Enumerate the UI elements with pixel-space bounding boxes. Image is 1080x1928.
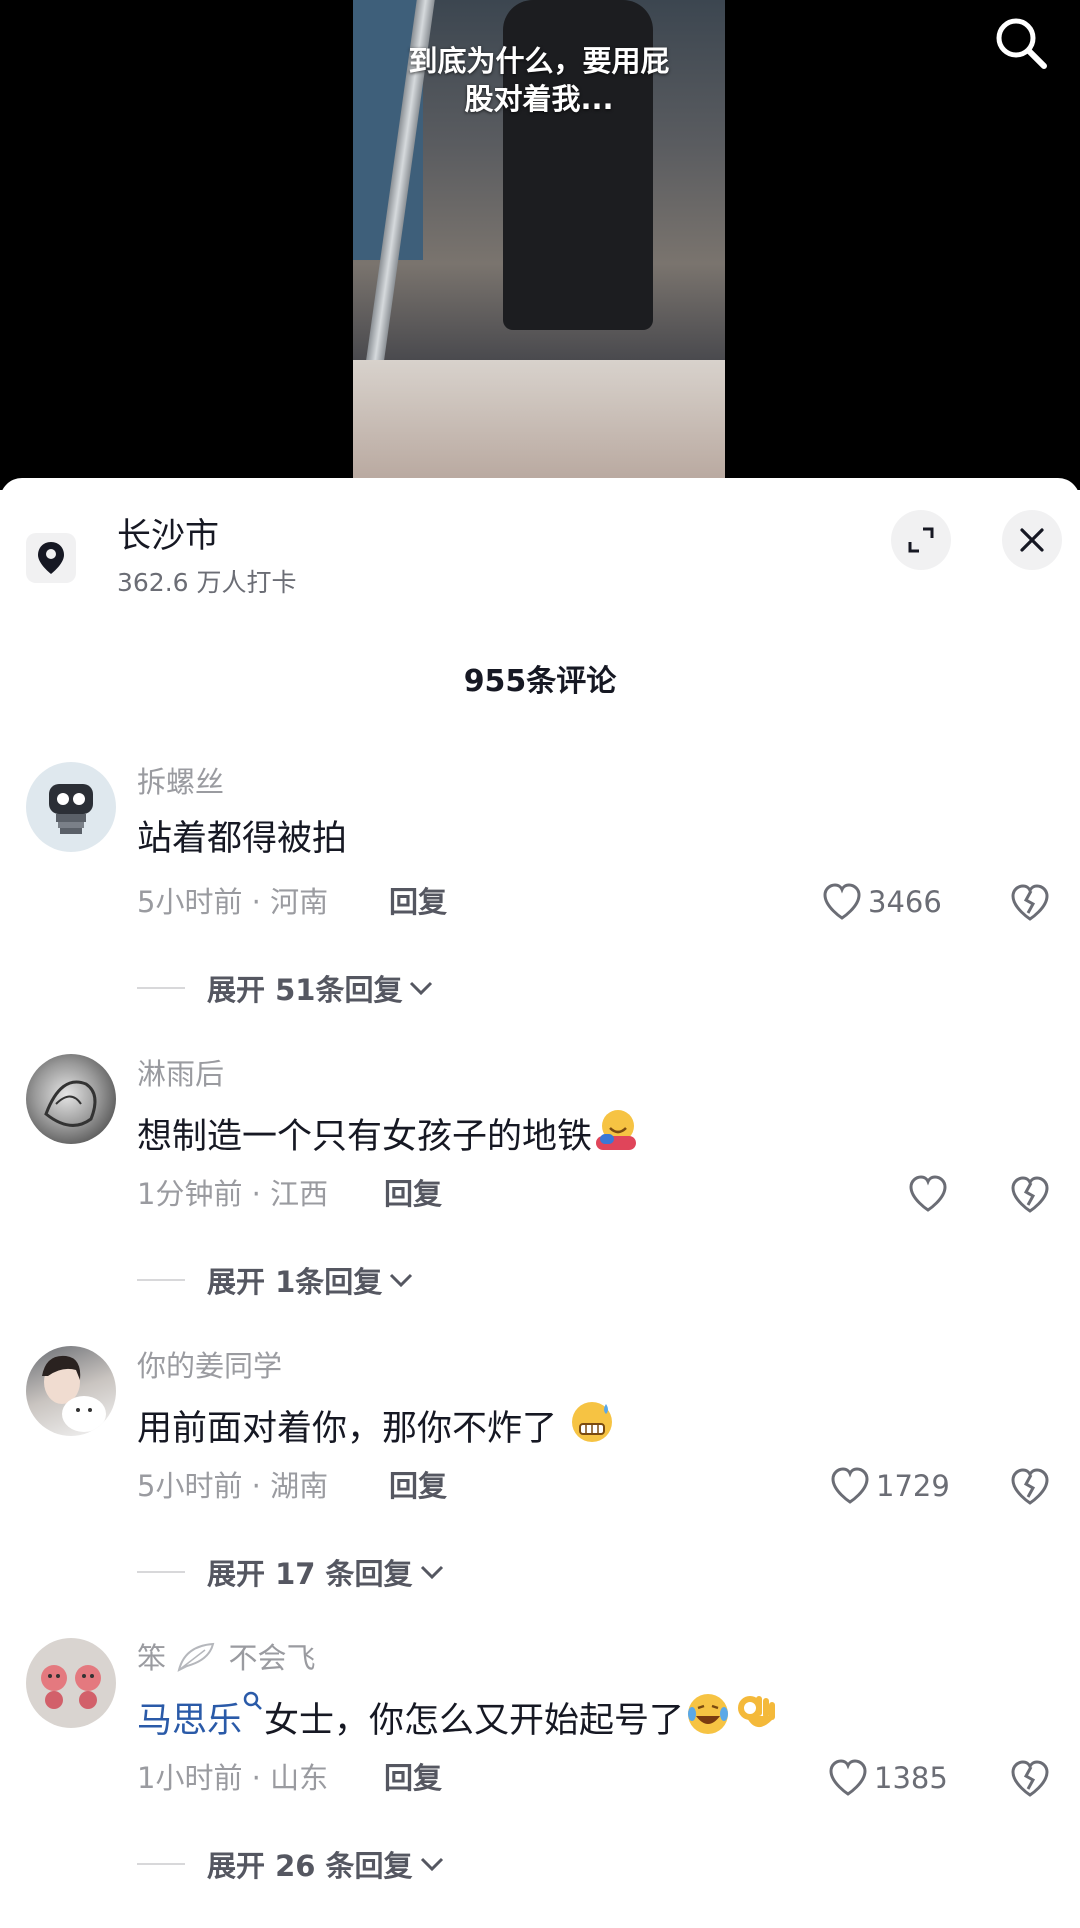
feather-icon	[177, 1642, 215, 1672]
close-button[interactable]	[1002, 510, 1062, 570]
location-checkin-count: 362.6 万人打卡	[117, 568, 297, 597]
comment-username[interactable]: 拆螺丝	[137, 762, 224, 802]
grimace-sweat-emoji-icon	[572, 1402, 613, 1442]
dislike-icon[interactable]	[1008, 880, 1052, 924]
chevron-down-icon	[410, 981, 433, 996]
like-button[interactable]: 1729	[830, 1464, 950, 1508]
comment-username-part2: 不会飞	[228, 1641, 316, 1675]
search-icon[interactable]	[990, 12, 1052, 74]
expand-replies-label: 展开 26 条回复	[207, 1849, 413, 1883]
expand-replies-label: 展开 51条回复	[207, 973, 403, 1007]
expand-divider	[137, 1571, 185, 1573]
expand-replies-label: 展开 1条回复	[207, 1265, 383, 1299]
chevron-down-icon	[390, 1273, 413, 1288]
avatar[interactable]	[26, 1638, 116, 1728]
like-count: 1385	[874, 1761, 948, 1795]
hug-emoji-icon	[596, 1110, 637, 1150]
crying-laughing-emoji-icon	[688, 1694, 729, 1734]
reply-button[interactable]: 回复	[389, 1466, 447, 1506]
video-caption-line1: 到底为什么，要用屁	[408, 44, 670, 78]
expand-replies[interactable]: 展开 51条回复	[137, 967, 434, 1009]
dislike-icon[interactable]	[1008, 1756, 1052, 1800]
heart-icon	[831, 1467, 869, 1504]
avatar[interactable]	[26, 1346, 116, 1436]
expand-replies[interactable]: 展开 26 条回复	[137, 1843, 445, 1885]
comment-time-location: 1小时前 · 山东	[137, 1761, 329, 1795]
comment-text-body: 用前面对着你，那你不炸了	[137, 1409, 558, 1449]
video-scene-foreground	[353, 360, 725, 480]
expand-replies-label: 展开 17 条回复	[207, 1557, 413, 1591]
comment-time-location: 5小时前 · 湖南	[137, 1469, 329, 1503]
comment-username-part1: 笨	[137, 1641, 167, 1675]
video-caption-line2: 股对着我...	[464, 82, 614, 116]
expand-icon	[908, 527, 934, 553]
comment-text: 站着都得被拍	[137, 819, 348, 859]
reply-button[interactable]: 回复	[384, 1174, 442, 1214]
mention-search-icon	[243, 1691, 262, 1710]
like-button[interactable]: 3466	[822, 880, 942, 924]
chevron-down-icon	[420, 1565, 443, 1580]
comment-time-location: 5小时前 · 河南	[137, 885, 329, 919]
dislike-icon[interactable]	[1008, 1172, 1052, 1216]
video-caption: 到底为什么，要用屁 股对着我...	[353, 42, 725, 118]
like-count: 3466	[868, 885, 942, 919]
comment-text: 马思乐 女士，你怎么又开始起号了	[137, 1690, 780, 1746]
expand-button[interactable]	[891, 510, 951, 570]
location-pin-icon[interactable]	[26, 533, 76, 583]
comment-time-location: 1分钟前 · 江西	[137, 1177, 329, 1211]
like-count: 1729	[876, 1469, 950, 1503]
comment-text-body: 女士，你怎么又开始起号了	[264, 1701, 685, 1741]
comment-username[interactable]: 你的姜同学	[137, 1346, 282, 1386]
video-player[interactable]: 到底为什么，要用屁 股对着我...	[0, 0, 1080, 490]
expand-divider	[137, 987, 185, 989]
heart-icon	[909, 1175, 947, 1212]
reply-button[interactable]: 回复	[384, 1758, 442, 1798]
comment-item: 你的姜同学 用前面对着你，那你不炸了 5小时前 · 湖南 回复 1729 展开 …	[0, 1346, 1080, 1636]
mention-link[interactable]: 马思乐	[137, 1701, 242, 1741]
chevron-down-icon	[420, 1857, 443, 1872]
expand-divider	[137, 1863, 185, 1865]
comment-text: 想制造一个只有女孩子的地铁	[137, 1106, 640, 1162]
ok-hand-emoji-icon	[738, 1696, 776, 1728]
comment-text: 用前面对着你，那你不炸了	[137, 1398, 616, 1454]
comment-username[interactable]: 笨 不会飞	[137, 1638, 315, 1678]
expand-replies[interactable]: 展开 1条回复	[137, 1259, 414, 1301]
comment-text-body: 想制造一个只有女孩子的地铁	[137, 1117, 593, 1157]
expand-replies[interactable]: 展开 17 条回复	[137, 1551, 445, 1593]
dislike-icon[interactable]	[1008, 1464, 1052, 1508]
comment-item: 淋雨后 想制造一个只有女孩子的地铁 1分钟前 · 江西 回复 展开 1条回复	[0, 1054, 1080, 1344]
comment-username[interactable]: 淋雨后	[137, 1054, 224, 1094]
avatar[interactable]	[26, 1054, 116, 1144]
comment-item: 拆螺丝 站着都得被拍 5小时前 · 河南 回复 3466 展开 51条回复	[0, 762, 1080, 1052]
location-title[interactable]: 长沙市	[117, 514, 219, 558]
heart-icon	[823, 883, 861, 920]
heart-icon	[829, 1759, 867, 1796]
reply-button[interactable]: 回复	[389, 882, 447, 922]
close-icon	[1020, 528, 1044, 552]
comment-count: 955条评论	[463, 664, 617, 699]
avatar[interactable]	[26, 762, 116, 852]
like-button[interactable]	[908, 1172, 954, 1216]
comment-item: 笨 不会飞 马思乐 女士，你怎么又开始起号了 1小时前 · 山东 回复 1385…	[0, 1638, 1080, 1928]
expand-divider	[137, 1279, 185, 1281]
like-button[interactable]: 1385	[828, 1756, 948, 1800]
